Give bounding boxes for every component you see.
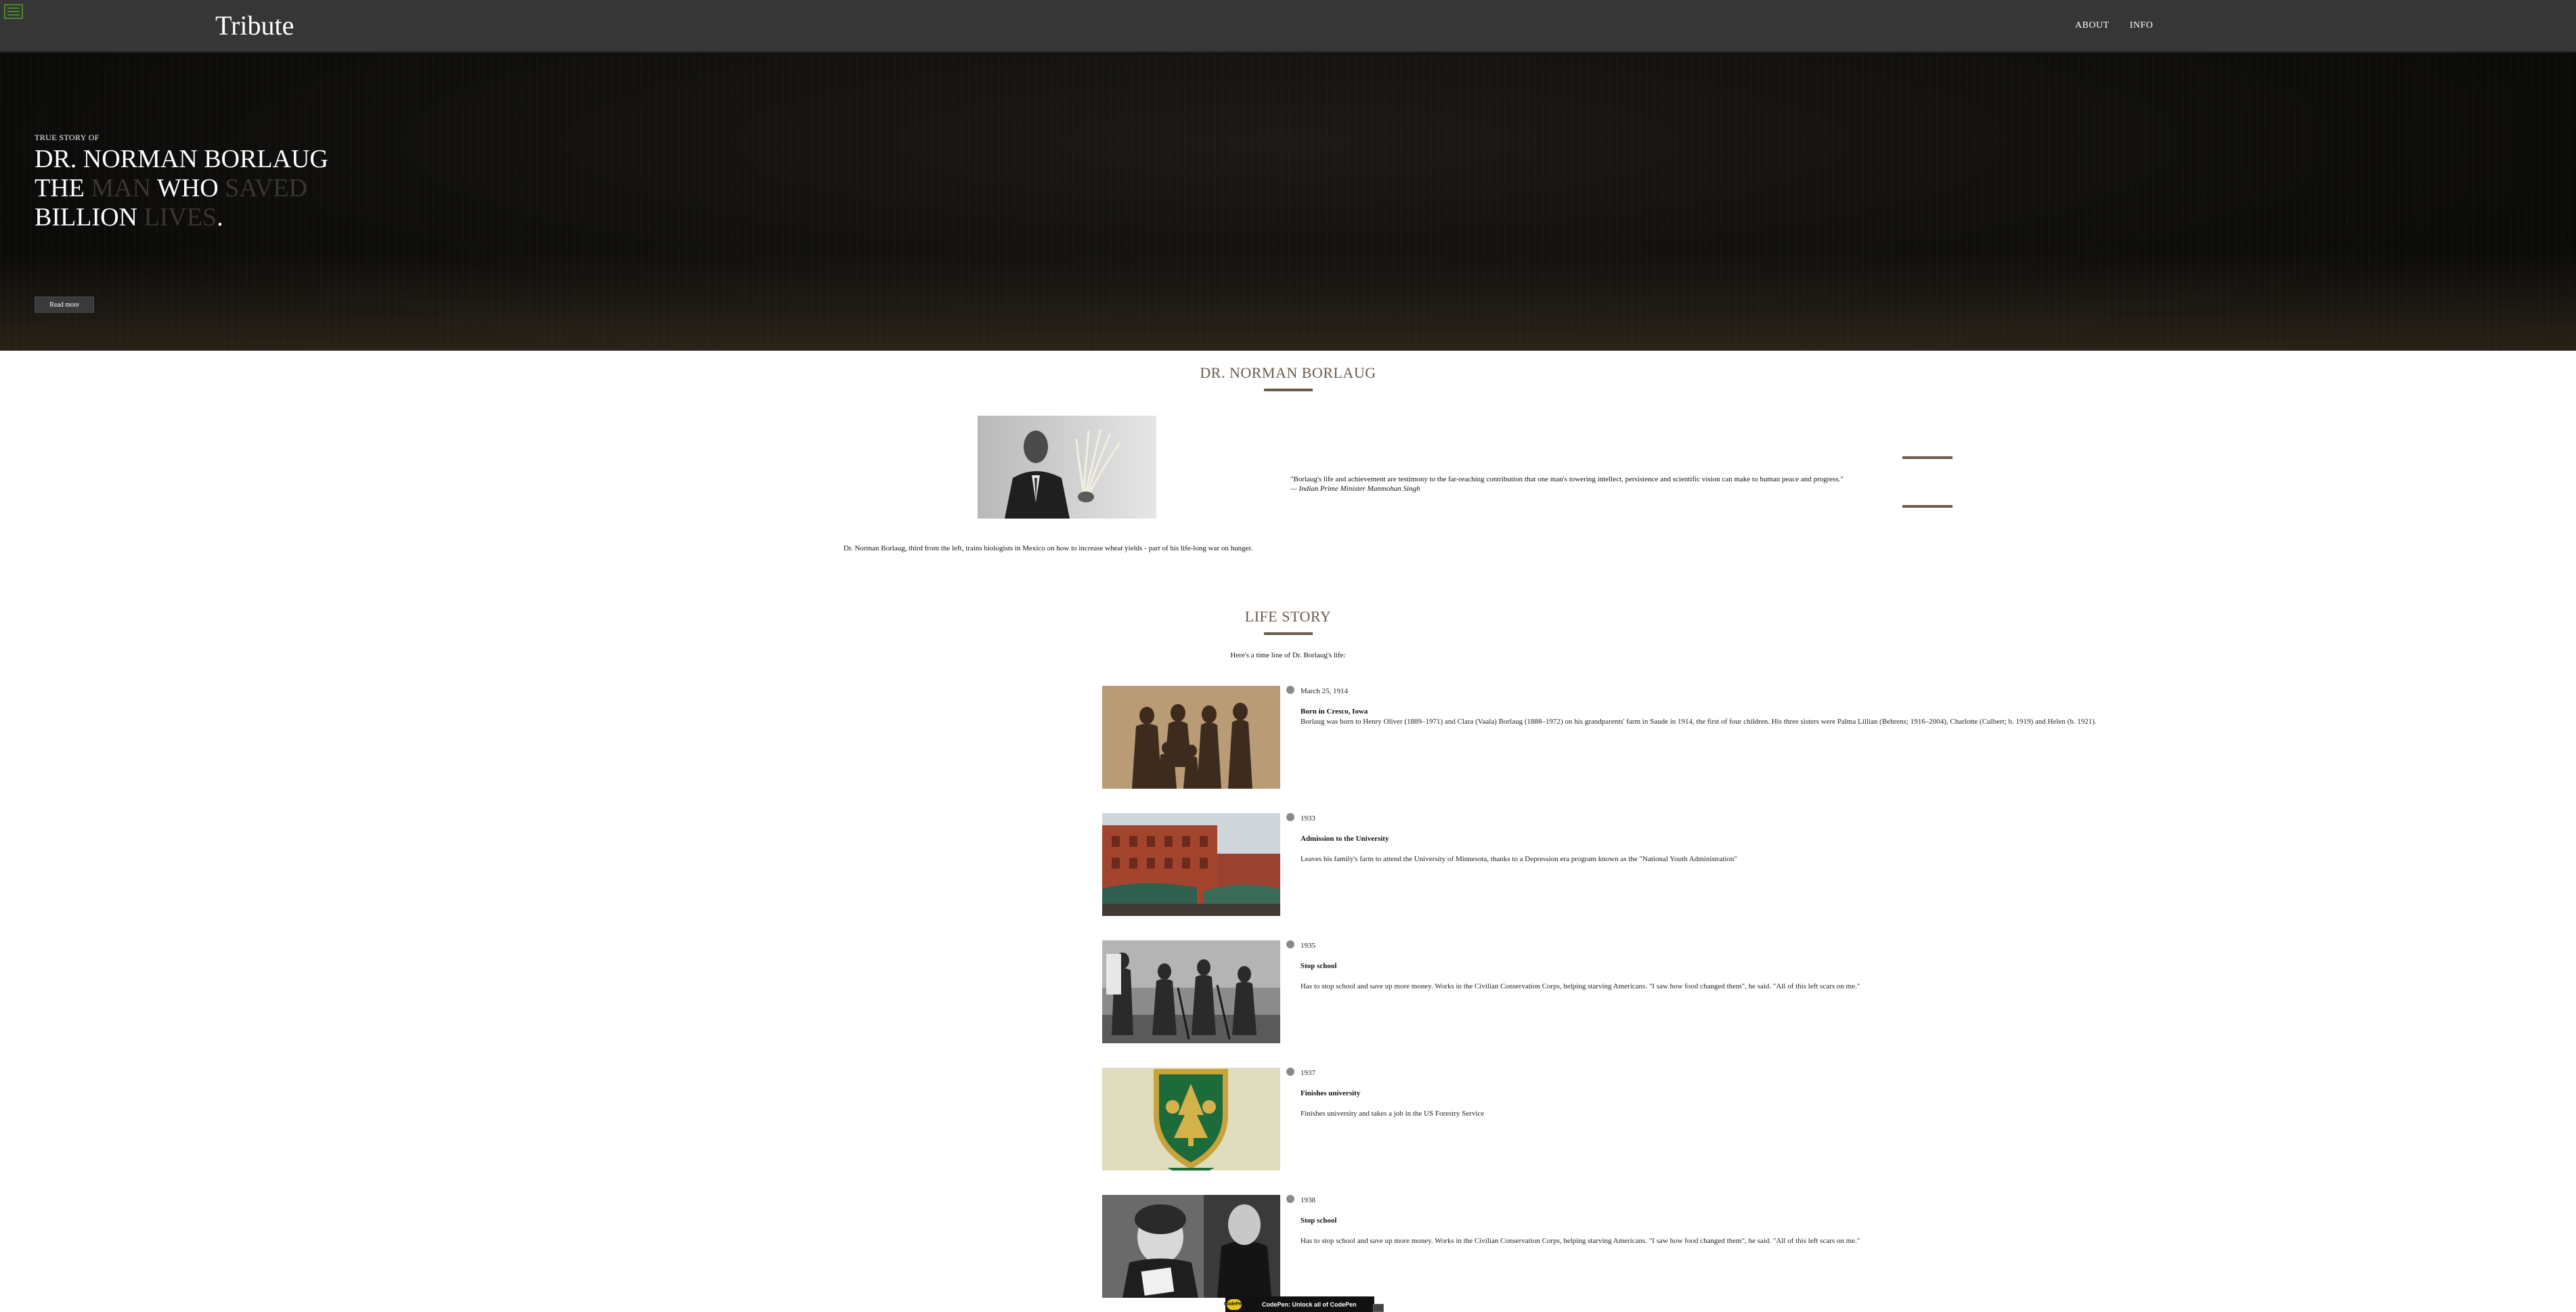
codepen-promo-bar[interactable]: CodePen CodePen: Unlock all of CodePen bbox=[1224, 1296, 1374, 1312]
timeline-item: 1938 Stop school Has to stop school and … bbox=[1102, 1195, 2576, 1298]
life-story-intro: Here's a time line of Dr. Borlaug's life… bbox=[1230, 651, 1346, 659]
hero-headline-line3: BILLION LIVES. bbox=[35, 203, 328, 232]
timeline-description: Leaves his family's farm to attend the U… bbox=[1301, 855, 1737, 863]
close-icon[interactable] bbox=[1373, 1304, 1384, 1312]
university-photo bbox=[1102, 813, 1280, 916]
hero-period: . bbox=[217, 203, 223, 232]
forest-service-badge-image bbox=[1102, 1068, 1280, 1171]
timeline-dot bbox=[1286, 813, 1294, 821]
timeline-date: March 25, 1914 bbox=[1301, 687, 1348, 695]
top-navbar: Tribute ABOUT INFO bbox=[0, 0, 2576, 53]
borlaug-quote: "Borlaug's life and achievement are test… bbox=[1290, 475, 1843, 483]
hero-headline-line1: DR. NORMAN BORLAUG bbox=[35, 145, 328, 173]
borlaug-portrait bbox=[978, 416, 1156, 519]
timeline-dot bbox=[1286, 940, 1294, 948]
timeline-title: Stop school bbox=[1301, 1217, 1337, 1225]
timeline-item: 1933 Admission to the University Leaves … bbox=[1102, 813, 2576, 916]
brand-title: Tribute bbox=[215, 10, 294, 41]
timeline-date: 1937 bbox=[1301, 1069, 1315, 1077]
hero-word-dim: MAN bbox=[91, 174, 152, 202]
hero-word: WHO bbox=[156, 174, 219, 202]
timeline-description: Has to stop school and save up more mone… bbox=[1301, 1237, 1860, 1245]
menu-icon[interactable] bbox=[4, 4, 23, 19]
hero-word: THE bbox=[35, 174, 85, 202]
timeline-item: 1937 Finishes university Finishes univer… bbox=[1102, 1068, 2576, 1171]
nav-link-about[interactable]: ABOUT bbox=[2075, 20, 2110, 31]
timeline-description: Has to stop school and save up more mone… bbox=[1301, 982, 1860, 990]
hero-word: BILLION bbox=[35, 203, 137, 232]
about-title: DR. NORMAN BORLAUG bbox=[1200, 364, 1376, 381]
timeline-date: 1933 bbox=[1301, 814, 1315, 823]
quote-divider-bottom bbox=[1902, 505, 1952, 508]
conservation-corps-photo bbox=[1102, 940, 1280, 1043]
nav-link-info[interactable]: INFO bbox=[2130, 20, 2154, 31]
image-caption: Dr. Norman Borlaug, third from the left,… bbox=[844, 544, 1253, 552]
timeline-title: Finishes university bbox=[1301, 1089, 1361, 1097]
quote-divider-top bbox=[1902, 456, 1952, 459]
timeline-date: 1935 bbox=[1301, 942, 1315, 950]
timeline-dot bbox=[1286, 686, 1294, 694]
hero-banner: TRUE STORY OF DR. NORMAN BORLAUG THE MAN… bbox=[0, 53, 2576, 351]
timeline-description: Borlaug was born to Henry Oliver (1889–1… bbox=[1301, 718, 2097, 726]
quote-author: — Indian Prime Minister Manmohan Singh bbox=[1290, 485, 1420, 493]
timeline-date: 1938 bbox=[1301, 1196, 1315, 1204]
timeline-description: Finishes university and takes a job in t… bbox=[1301, 1110, 1485, 1118]
about-title-underline bbox=[1264, 389, 1313, 391]
timeline-title: Stop school bbox=[1301, 962, 1337, 970]
read-more-button[interactable]: Read more bbox=[35, 297, 94, 313]
couple-photo bbox=[1102, 1195, 1280, 1298]
family-photo bbox=[1102, 686, 1280, 789]
timeline-dot bbox=[1286, 1195, 1294, 1203]
life-story-title: LIFE STORY bbox=[1244, 608, 1332, 625]
hero-headline-line2: THE MAN WHO SAVED bbox=[35, 174, 328, 203]
timeline-title: Born in Cresco, Iowa bbox=[1301, 707, 1368, 716]
codepen-promo-text: CodePen: Unlock all of CodePen bbox=[1262, 1300, 1357, 1308]
timeline-title: Admission to the University bbox=[1301, 835, 1389, 843]
main-nav: ABOUT INFO bbox=[2075, 20, 2153, 31]
timeline-item: March 25, 1914 Born in Cresco, Iowa Borl… bbox=[1102, 686, 2576, 789]
timeline-item: 1935 Stop school Has to stop school and … bbox=[1102, 940, 2576, 1043]
hero-kicker: TRUE STORY OF bbox=[35, 133, 100, 142]
hero-headline: DR. NORMAN BORLAUG THE MAN WHO SAVED BIL… bbox=[35, 145, 328, 232]
codepen-logo-icon: CodePen bbox=[1224, 1298, 1244, 1310]
hero-word-dim: SAVED bbox=[225, 174, 307, 202]
timeline-dot bbox=[1286, 1068, 1294, 1076]
life-story-underline bbox=[1264, 632, 1313, 635]
hero-word-dim: LIVES bbox=[144, 203, 217, 232]
